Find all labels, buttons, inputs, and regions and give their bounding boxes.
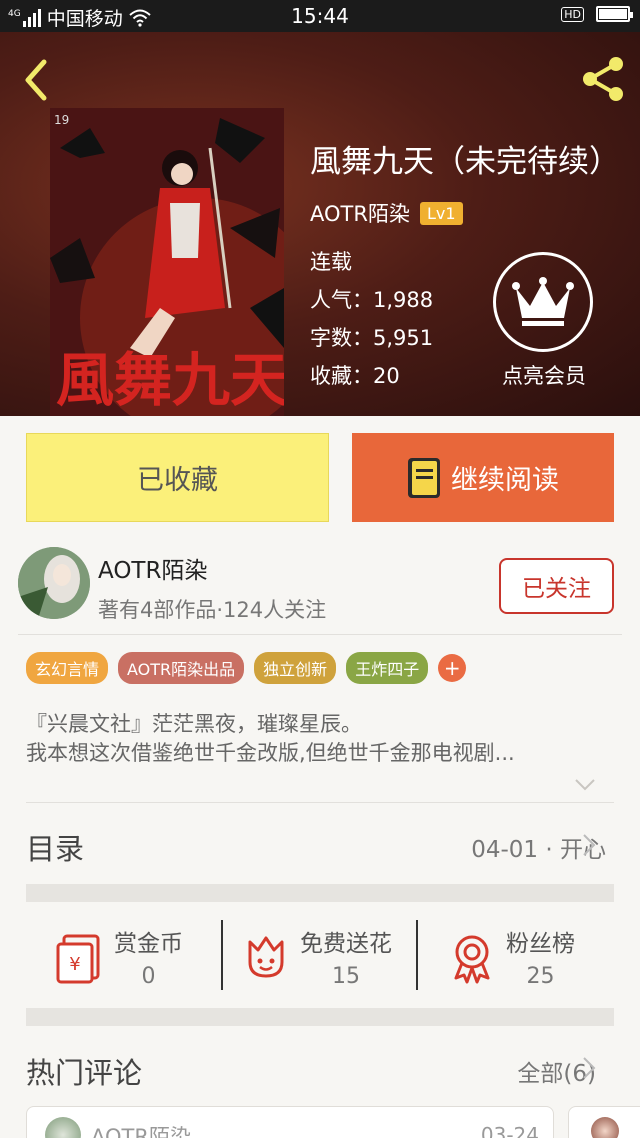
favorited-button[interactable]: 已收藏	[26, 433, 329, 522]
author-avatar[interactable]	[18, 547, 90, 619]
chevron-down-icon[interactable]	[574, 778, 596, 792]
favorites-stat: 收藏：20	[310, 360, 400, 390]
comment-date: 03-24	[480, 1123, 539, 1138]
tag[interactable]: 独立创新	[254, 652, 337, 684]
free-flowers-label: 免费送花	[300, 931, 392, 957]
author-stats: 著有4部作品·124人关注	[98, 598, 327, 622]
book-description[interactable]: 『兴晨文社』茫茫黑夜，璀璨星辰。 我本想这次借鉴绝世千金改版,但绝世千金那电视剧…	[26, 710, 616, 768]
back-icon[interactable]	[16, 54, 56, 106]
divider	[26, 802, 614, 803]
chevron-right-icon[interactable]	[582, 833, 596, 857]
section-separator	[26, 1008, 614, 1026]
favorites-label: 收藏：	[310, 364, 373, 388]
free-flowers-stat[interactable]: 免费送花 15	[240, 924, 392, 989]
crown-icon	[493, 252, 593, 352]
book-header: 風舞九天 19 風舞九天（未完待续） AOTR陌染 Lv1 连载 人气：1,98…	[0, 32, 640, 416]
tag[interactable]: AOTR陌染出品	[118, 652, 245, 684]
divider	[221, 920, 223, 990]
comment-avatar[interactable]	[591, 1117, 619, 1138]
author-name[interactable]: AOTR陌染	[98, 551, 207, 585]
continue-reading-button[interactable]: 继续阅读	[352, 433, 614, 522]
favorited-label: 已收藏	[137, 465, 218, 496]
book-cover-image[interactable]: 風舞九天 19	[50, 108, 284, 416]
reward-coins-value: 0	[141, 964, 156, 989]
serial-status: 连载	[310, 250, 352, 274]
add-tag-icon[interactable]: +	[438, 654, 467, 682]
word-count-stat: 字数：5,951	[310, 322, 433, 352]
fan-ranking-stat[interactable]: 粉丝榜 25	[446, 924, 575, 989]
description-line: 我本想这次借鉴绝世千金改版,但绝世千金那电视剧...	[26, 741, 515, 765]
tag[interactable]: 玄幻言情	[26, 652, 109, 684]
header-author-name[interactable]: AOTR陌染	[310, 198, 410, 228]
divider	[416, 920, 418, 990]
description-line: 『兴晨文社』茫茫黑夜，璀璨星辰。	[26, 712, 362, 736]
flower-icon	[248, 936, 284, 978]
book-icon	[408, 457, 440, 498]
divider	[18, 634, 622, 635]
comment-avatar[interactable]	[45, 1117, 81, 1138]
book-title: 風舞九天（未完待续）	[310, 144, 620, 180]
popularity-label: 人气：	[310, 288, 373, 312]
following-label: 已关注	[522, 576, 591, 602]
svg-text:¥: ¥	[69, 954, 80, 975]
comment-author: AOTR陌染	[91, 1125, 191, 1138]
popularity-stat: 人气：1,988	[310, 284, 433, 314]
continue-reading-label: 继续阅读	[451, 465, 559, 496]
section-separator	[26, 884, 614, 902]
following-button[interactable]: 已关注	[499, 558, 614, 614]
svg-text:19: 19	[54, 113, 69, 127]
hd-call-icon: HD	[561, 6, 584, 22]
battery-icon	[596, 6, 633, 22]
reward-coins-stat[interactable]: ¥ 赏金币 0	[54, 924, 183, 989]
word-count-value: 5,951	[373, 326, 434, 350]
popularity-value: 1,988	[373, 288, 434, 312]
svg-text:風舞九天: 風舞九天	[56, 346, 284, 414]
fan-ranking-value: 25	[526, 964, 555, 989]
status-bar: 4G 中国移动 15:44 HD	[0, 0, 640, 32]
share-icon[interactable]	[576, 52, 630, 106]
chevron-right-icon[interactable]	[582, 1056, 596, 1080]
vip-label: 点亮会员	[502, 364, 586, 388]
level-badge: Lv1	[419, 201, 463, 225]
red-envelope-icon: ¥	[56, 934, 100, 984]
free-flowers-value: 15	[332, 964, 360, 989]
comment-card[interactable]	[568, 1106, 640, 1138]
reward-coins-label: 赏金币	[114, 931, 183, 957]
tag[interactable]: 王炸四子	[346, 652, 429, 684]
vip-button[interactable]: 点亮会员	[493, 252, 595, 390]
toc-title[interactable]: 目录	[26, 826, 84, 868]
fan-ranking-label: 粉丝榜	[506, 931, 575, 957]
medal-icon	[454, 935, 490, 984]
favorites-value: 20	[373, 364, 400, 388]
tag-list: 玄幻言情 AOTR陌染出品 独立创新 王炸四子 +	[26, 652, 467, 684]
hot-comments-title: 热门评论	[26, 1056, 143, 1090]
clock: 15:44	[291, 4, 349, 28]
word-count-label: 字数：	[310, 326, 373, 350]
comment-card[interactable]: AOTR陌染 03-24	[26, 1106, 554, 1138]
